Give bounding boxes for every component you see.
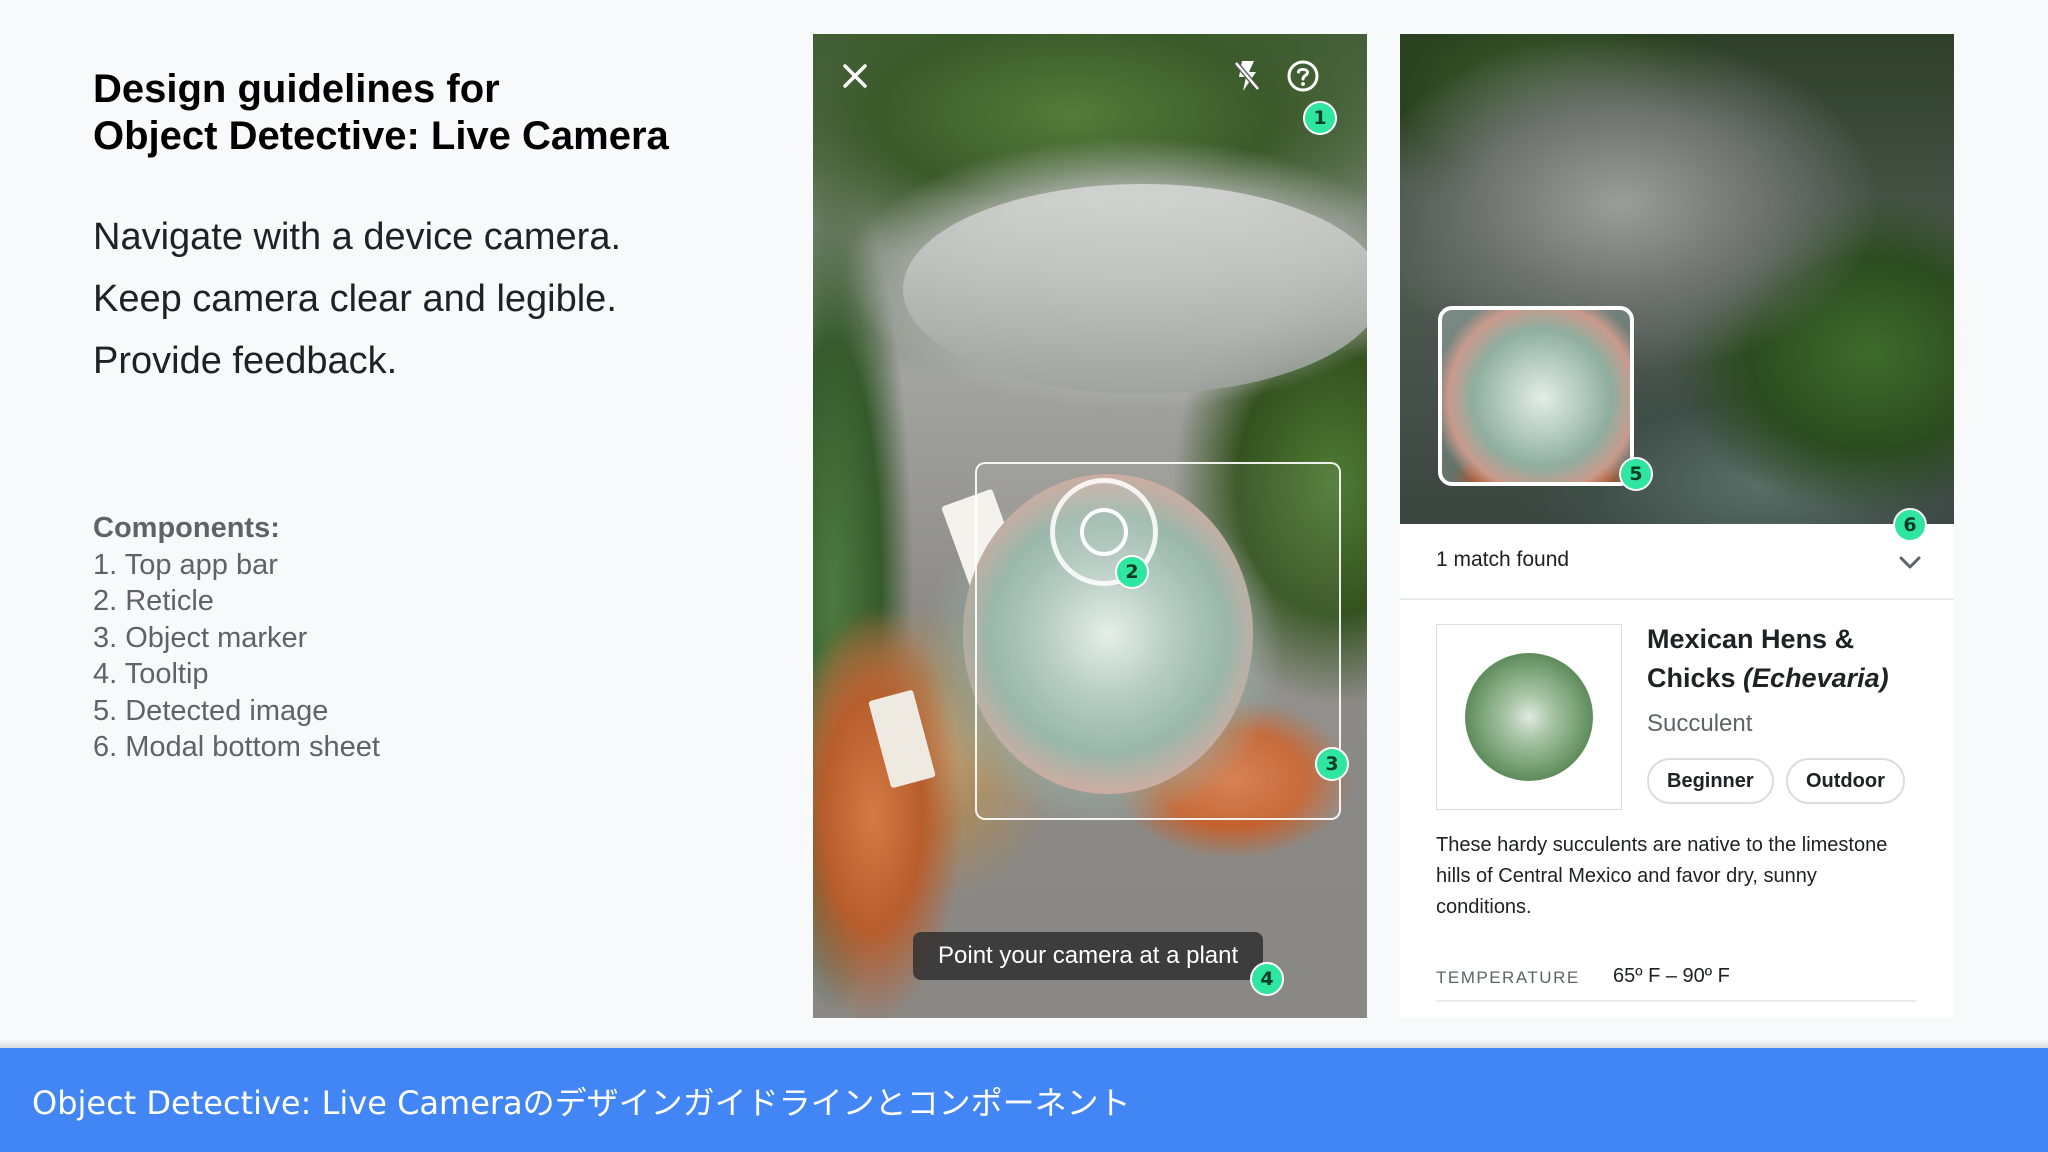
divider (1400, 598, 1954, 600)
slide-title-line-2: Object Detective: Live Camera (93, 114, 669, 158)
callout-badge: 2 (1115, 555, 1149, 589)
components-heading: Components: (93, 512, 280, 544)
callout-badge: 4 (1250, 962, 1284, 996)
footer-caption: Object Detective: Live Cameraのデザインガイドライン… (32, 1084, 1131, 1122)
plant-name-line-1: Mexican Hens & (1647, 624, 1855, 654)
camera-feed-pot (903, 184, 1367, 394)
divider (1436, 1000, 1916, 1002)
temperature-label: TEMPERATURE (1436, 968, 1580, 987)
component-item: 2. Reticle (93, 585, 214, 617)
plant-thumbnail-image (1465, 653, 1593, 781)
chevron-down-icon[interactable] (1896, 548, 1924, 576)
plant-type: Succulent (1647, 710, 1753, 737)
component-item: 1. Top app bar (93, 548, 278, 581)
help-icon[interactable] (1281, 54, 1325, 98)
plant-description: These hardy succulents are native to the… (1436, 834, 1888, 918)
component-item: 5. Detected image (93, 694, 329, 727)
component-item: 6. Modal bottom sheet (93, 731, 380, 763)
callout-badge: 3 (1315, 747, 1349, 781)
component-item: 3. Object marker (93, 621, 308, 654)
callout-badge: 6 (1893, 508, 1927, 542)
guideline-item: Provide feedback. (93, 340, 398, 382)
match-count: 1 match found (1436, 548, 1570, 571)
object-marker (975, 462, 1341, 820)
footer-shadow (0, 1040, 2048, 1048)
callout-badge: 5 (1619, 457, 1653, 491)
reticle-center (1080, 508, 1128, 556)
callout-badge: 1 (1303, 101, 1337, 135)
guideline-item: Navigate with a device camera. (93, 216, 622, 258)
plant-scientific-name: (Echevaria) (1743, 663, 1889, 693)
temperature-value: 65º F – 90º F (1613, 965, 1730, 987)
slide-title-line-1: Design guidelines for (93, 67, 500, 111)
slide-title: Design guidelines for Object Detective: … (93, 66, 669, 160)
flash-off-icon[interactable] (1225, 54, 1269, 98)
close-icon[interactable] (833, 54, 877, 98)
plant-name-line-2: Chicks (Echevaria) (1647, 659, 1889, 698)
chip-beginner[interactable]: Beginner (1647, 758, 1774, 804)
guidelines-list: Navigate with a device camera. Keep came… (93, 206, 621, 392)
components-list: Components: 1. Top app bar 2. Reticle 3.… (93, 510, 380, 766)
camera-feed-plant-label (868, 689, 936, 789)
plant-name: Mexican Hens & Chicks (Echevaria) (1647, 620, 1889, 698)
guideline-item: Keep camera clear and legible. (93, 278, 617, 320)
plant-thumbnail (1436, 624, 1622, 810)
detected-image[interactable] (1438, 306, 1634, 486)
camera-screen: Point your camera at a plant 1 2 3 4 (813, 34, 1367, 1018)
modal-bottom-sheet: 1 match found Mexican Hens & Chicks (Ech… (1400, 526, 1954, 1018)
plant-common-name: Chicks (1647, 663, 1744, 693)
footer-bar: Object Detective: Live Cameraのデザインガイドライン… (0, 1048, 2048, 1152)
result-screen: 5 1 match found Mexican Hens & Chicks (E… (1400, 34, 1954, 1018)
tooltip: Point your camera at a plant (913, 932, 1264, 980)
component-item: 4. Tooltip (93, 658, 209, 690)
chip-outdoor[interactable]: Outdoor (1786, 758, 1905, 804)
